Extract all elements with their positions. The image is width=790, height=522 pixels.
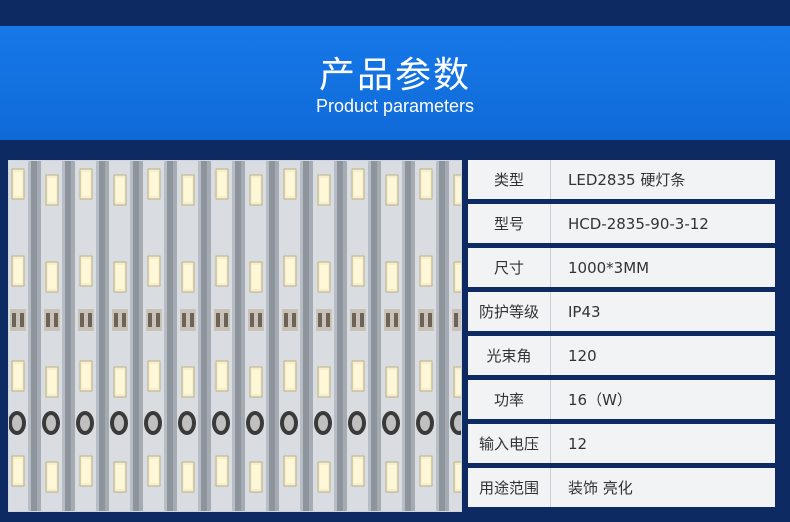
spec-row-size: 尺寸 1000*3MM — [468, 248, 775, 287]
spec-value: 12 — [568, 434, 588, 453]
spec-label: 功率 — [468, 380, 551, 419]
spec-row-usage: 用途范围 装饰 亮化 — [468, 468, 775, 507]
page-subtitle: Product parameters — [315, 96, 475, 116]
led-strip-photo — [8, 160, 462, 512]
spec-label: 输入电压 — [468, 424, 551, 463]
spec-value: 1000*3MM — [568, 258, 650, 277]
top-strip — [0, 0, 790, 26]
spec-label: 防护等级 — [468, 292, 551, 331]
spec-label: 尺寸 — [468, 248, 551, 287]
spec-label: 型号 — [468, 204, 551, 243]
spec-value: LED2835 硬灯条 — [568, 171, 686, 189]
led-strip-image — [9, 161, 461, 511]
spec-value: 装饰 亮化 — [568, 479, 633, 497]
spec-row-power: 功率 16（W） — [468, 380, 775, 419]
header-banner: 产品参数 Product parameters — [0, 26, 790, 140]
spec-value: 16（W） — [568, 391, 632, 409]
spec-label: 光束角 — [468, 336, 551, 375]
page-title: 产品参数 — [318, 55, 471, 96]
spec-value: 120 — [568, 346, 597, 365]
spec-value: IP43 — [568, 302, 601, 321]
spec-row-type: 类型 LED2835 硬灯条 — [468, 160, 775, 199]
spec-row-ip-rating: 防护等级 IP43 — [468, 292, 775, 331]
spec-value: HCD-2835-90-3-12 — [568, 214, 709, 233]
spec-row-model: 型号 HCD-2835-90-3-12 — [468, 204, 775, 243]
spec-row-beam-angle: 光束角 120 — [468, 336, 775, 375]
spec-label: 用途范围 — [468, 468, 551, 507]
spec-row-voltage: 输入电压 12 — [468, 424, 775, 463]
spec-label: 类型 — [468, 160, 551, 199]
